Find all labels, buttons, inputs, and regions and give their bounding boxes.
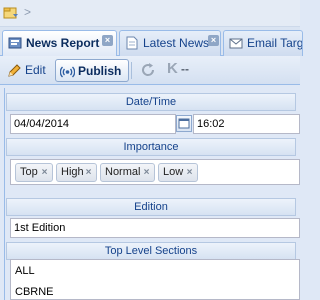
importance-tag[interactable]: High × (56, 163, 97, 182)
toolbar: Edit Publish K -- (0, 56, 300, 85)
importance-tag[interactable]: Top × (15, 163, 53, 182)
remove-tag-icon[interactable]: × (142, 168, 151, 178)
page-icon (125, 36, 139, 50)
tag-label: Top (20, 166, 38, 178)
toolbar-separator (131, 62, 132, 79)
sections-header: Top Level Sections (6, 242, 296, 260)
tab-email-target[interactable]: Email Targe (223, 30, 303, 56)
close-tab-icon[interactable]: × (102, 35, 113, 46)
tab-label: Latest News (143, 36, 210, 50)
tab-strip: News Report × Latest News × Email Targe (0, 27, 303, 57)
tab-label: News Report (26, 36, 100, 50)
tag-label: Low (163, 166, 184, 178)
datetime-header: Date/Time (6, 93, 296, 111)
tab-label: Email Targe (247, 36, 303, 50)
refresh-icon[interactable] (140, 62, 156, 82)
sections-list[interactable]: ALL CBRNE (10, 259, 300, 300)
list-item[interactable]: CBRNE (15, 286, 54, 298)
pencil-icon (7, 63, 22, 78)
panel-border (4, 88, 5, 300)
email-icon (229, 36, 243, 50)
edit-label: Edit (25, 63, 46, 77)
time-field[interactable]: 16:02 (193, 114, 300, 134)
home-folder-icon[interactable] (3, 6, 19, 20)
close-tab-icon[interactable]: × (208, 35, 219, 46)
breadcrumb-separator: > (24, 5, 32, 19)
importance-header: Importance (6, 138, 296, 156)
calendar-trigger[interactable] (176, 115, 192, 132)
importance-tag-field[interactable]: Top × High × Normal × Low × (10, 159, 300, 185)
dash-glyph: -- (181, 62, 189, 76)
k-glyph[interactable]: K (167, 60, 178, 77)
broadcast-icon (59, 64, 76, 79)
list-item[interactable]: ALL (15, 265, 35, 277)
remove-tag-icon[interactable]: × (40, 168, 49, 178)
tag-label: High (61, 166, 84, 178)
remove-tag-icon[interactable]: × (84, 168, 93, 178)
tag-label: Normal (105, 166, 141, 178)
tab-latest-news[interactable]: Latest News × (119, 30, 221, 56)
date-field[interactable]: 04/04/2014 (10, 114, 176, 134)
breadcrumb-bar: > (0, 0, 300, 27)
edit-button[interactable]: Edit (3, 59, 51, 82)
edition-header: Edition (6, 198, 296, 216)
publish-button[interactable]: Publish (55, 59, 129, 82)
importance-tag[interactable]: Normal × (100, 163, 155, 182)
remove-tag-icon[interactable]: × (185, 168, 194, 178)
tab-news-report[interactable]: News Report × (2, 30, 117, 57)
report-icon (8, 36, 22, 50)
publish-label: Publish (78, 64, 122, 78)
edition-field[interactable]: 1st Edition (10, 218, 300, 238)
calendar-icon (178, 118, 190, 129)
importance-tag[interactable]: Low × (158, 163, 198, 182)
